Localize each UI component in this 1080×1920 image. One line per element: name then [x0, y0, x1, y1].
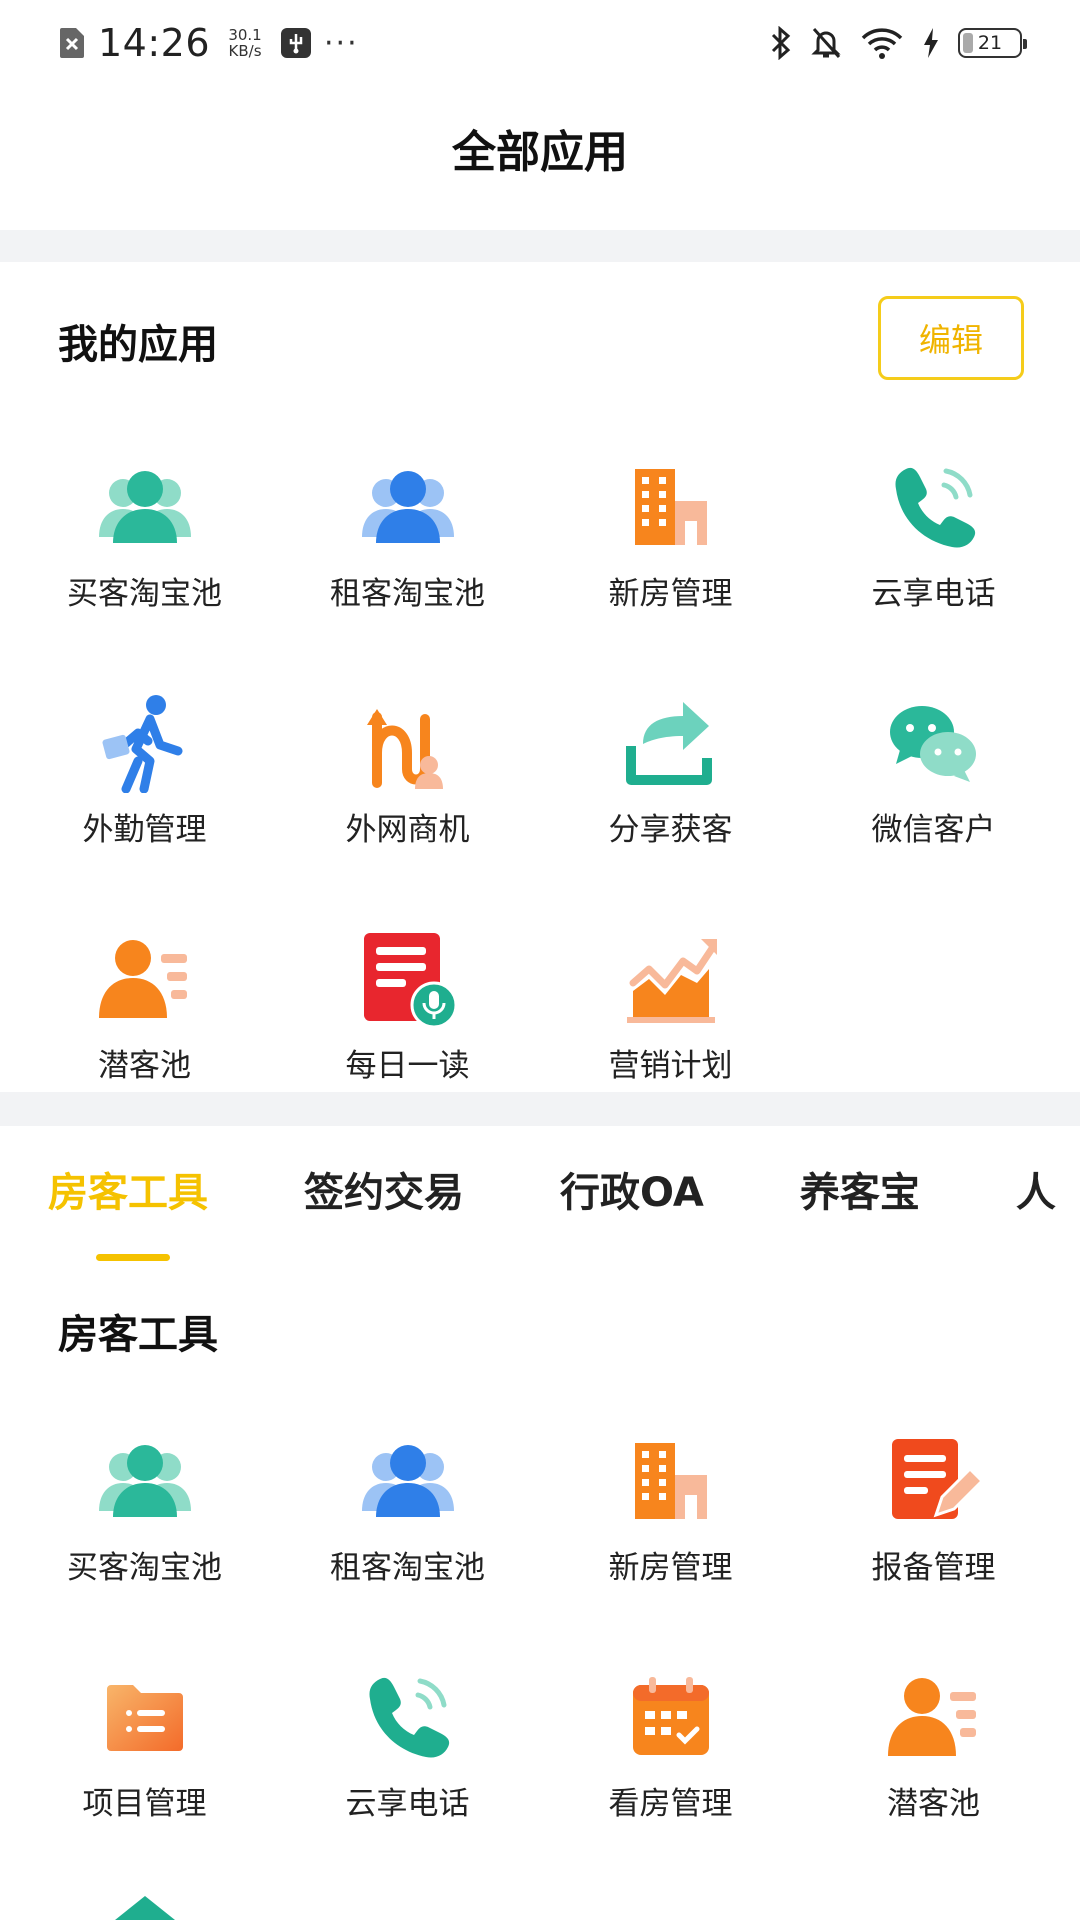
- app-wechat-clients[interactable]: 微信客户: [802, 688, 1065, 924]
- section-divider: [0, 230, 1080, 262]
- category-tabs: 房客工具 签约交易 行政OA 养客宝 人: [0, 1130, 1080, 1248]
- calendar-icon: [616, 1662, 726, 1772]
- app-label: 外网商机: [345, 812, 470, 848]
- app-label: 新房管理: [608, 576, 733, 612]
- tool-prospect-pool[interactable]: 潜客池: [802, 1662, 1065, 1898]
- page-title: 全部应用: [452, 127, 628, 178]
- active-tab-indicator: [96, 1254, 170, 1261]
- route-icon: [353, 688, 463, 798]
- app-label: 新房管理: [608, 1550, 733, 1586]
- people-blue-icon: [353, 452, 463, 562]
- app-new-house[interactable]: 新房管理: [539, 452, 802, 688]
- mute-bell-icon: [811, 28, 841, 58]
- app-label: 潜客池: [98, 1048, 191, 1084]
- app-online-leads[interactable]: 外网商机: [276, 688, 539, 924]
- share-icon: [616, 688, 726, 798]
- tool-buyer-pool[interactable]: 买客淘宝池: [13, 1426, 276, 1662]
- app-label: 项目管理: [82, 1786, 207, 1822]
- phone-teal-icon: [353, 1662, 463, 1772]
- app-label: 报备管理: [871, 1550, 996, 1586]
- tools-section-title: 房客工具: [58, 1312, 218, 1358]
- growth-chart-icon: [616, 924, 726, 1034]
- usb-icon: [281, 28, 312, 58]
- app-label: 租客淘宝池: [330, 576, 485, 612]
- building-orange-icon: [616, 1426, 726, 1536]
- app-tenant-pool[interactable]: 租客淘宝池: [276, 452, 539, 688]
- more-notifications-icon: ···: [324, 25, 359, 61]
- section-divider: [0, 1092, 1080, 1126]
- tab-admin-oa[interactable]: 行政OA: [560, 1160, 704, 1218]
- house-teal-icon: [115, 1896, 175, 1920]
- bluetooth-icon: [771, 26, 791, 60]
- tab-contract-trading[interactable]: 签约交易: [304, 1160, 464, 1218]
- tool-viewing-management[interactable]: 看房管理: [539, 1662, 802, 1898]
- app-label: 看房管理: [608, 1786, 733, 1822]
- app-label: 潜客池: [887, 1786, 980, 1822]
- app-label: 买客淘宝池: [67, 576, 222, 612]
- phone-teal-icon: [879, 452, 989, 562]
- app-buyer-pool[interactable]: 买客淘宝池: [13, 452, 276, 688]
- person-list-icon: [879, 1662, 989, 1772]
- app-label: 营销计划: [608, 1048, 733, 1084]
- tool-project-management[interactable]: 项目管理: [13, 1662, 276, 1898]
- app-cloud-phone[interactable]: 云享电话: [802, 452, 1065, 688]
- status-bar: 14:26 30.1 KB/s ··· 21: [0, 0, 1080, 86]
- edit-button[interactable]: 编辑: [878, 296, 1024, 380]
- people-blue-icon: [353, 1426, 463, 1536]
- people-teal-icon: [90, 1426, 200, 1536]
- app-field-work[interactable]: 外勤管理: [13, 688, 276, 924]
- app-label: 微信客户: [871, 812, 996, 848]
- my-apps-grid: 买客淘宝池 租客淘宝池 新房管理 云享电话 外勤管理 外网商机 分享获客 微信客…: [0, 452, 1080, 1160]
- app-label: 租客淘宝池: [330, 1550, 485, 1586]
- walking-person-icon: [90, 688, 200, 798]
- wifi-icon: [861, 28, 903, 59]
- tool-cloud-phone[interactable]: 云享电话: [276, 1662, 539, 1898]
- tab-client-nurture[interactable]: 养客宝: [800, 1160, 920, 1218]
- folder-list-icon: [90, 1662, 200, 1772]
- tool-report-management[interactable]: 报备管理: [802, 1426, 1065, 1662]
- app-header: 全部应用: [0, 86, 1080, 230]
- tab-hr-partial[interactable]: 人: [1016, 1160, 1056, 1218]
- tab-tenant-tools[interactable]: 房客工具: [48, 1160, 208, 1218]
- sim-disabled-icon: [60, 28, 84, 58]
- tools-grid: 买客淘宝池 租客淘宝池 新房管理 报备管理 项目管理 云享电话 看房管理 潜客池: [0, 1426, 1080, 1898]
- my-apps-title: 我的应用: [58, 322, 218, 368]
- person-list-icon: [90, 924, 200, 1034]
- app-share-leads[interactable]: 分享获客: [539, 688, 802, 924]
- charging-icon: [924, 28, 938, 58]
- report-edit-icon: [879, 1426, 989, 1536]
- tool-new-house[interactable]: 新房管理: [539, 1426, 802, 1662]
- app-label: 每日一读: [345, 1048, 470, 1084]
- people-teal-icon: [90, 452, 200, 562]
- app-label: 买客淘宝池: [67, 1550, 222, 1586]
- app-label: 云享电话: [871, 576, 996, 612]
- app-label: 分享获客: [608, 812, 733, 848]
- app-label: 外勤管理: [82, 812, 207, 848]
- battery-icon: 21: [958, 28, 1027, 58]
- clock: 14:26: [98, 21, 211, 65]
- building-orange-icon: [616, 452, 726, 562]
- tool-tenant-pool[interactable]: 租客淘宝池: [276, 1426, 539, 1662]
- network-speed: 30.1 KB/s: [228, 26, 262, 60]
- wechat-icon: [879, 688, 989, 798]
- daily-read-icon: [353, 924, 463, 1034]
- app-label: 云享电话: [345, 1786, 470, 1822]
